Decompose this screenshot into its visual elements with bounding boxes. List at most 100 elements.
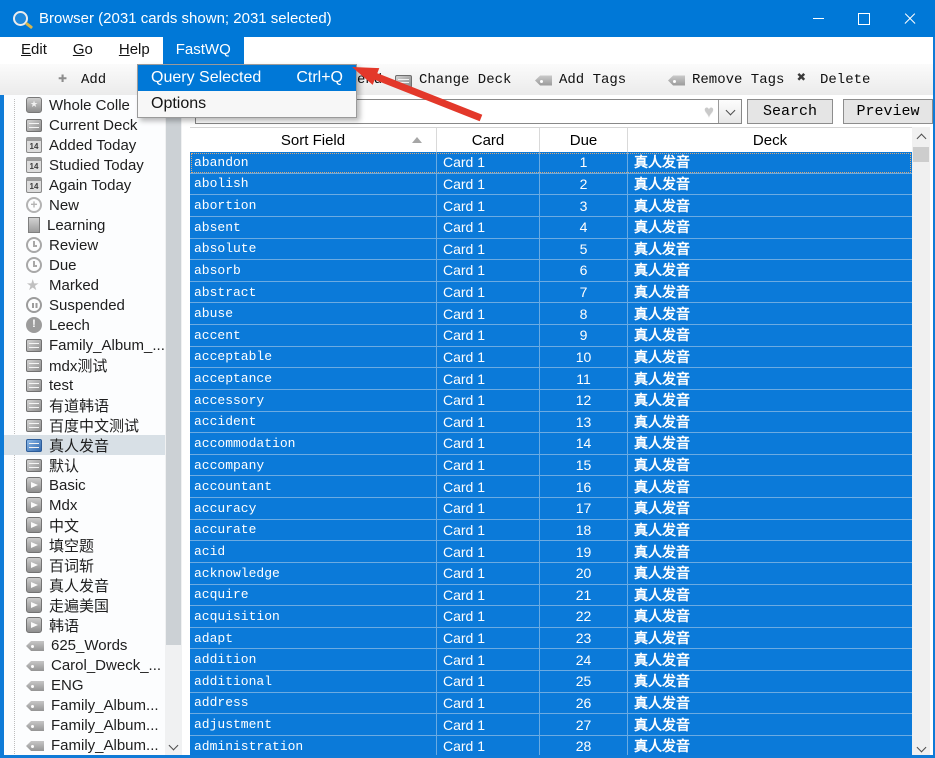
add-button[interactable]: Add bbox=[58, 64, 106, 95]
table-row[interactable]: addition Card 1 24 真人发音 bbox=[190, 649, 912, 671]
sidebar-item[interactable]: 百词斩 bbox=[4, 555, 165, 575]
sidebar-item[interactable]: Leech bbox=[4, 315, 165, 335]
sidebar-item-icon bbox=[26, 379, 42, 392]
cell-deck: 真人发音 bbox=[634, 327, 690, 344]
table-row[interactable]: abortion Card 1 3 真人发音 bbox=[190, 195, 912, 217]
cell-deck: 真人发音 bbox=[634, 478, 690, 495]
sidebar-item[interactable]: Family_Album... bbox=[4, 735, 165, 755]
table-row[interactable]: absorb Card 1 6 真人发音 bbox=[190, 260, 912, 282]
table-row[interactable]: accent Card 1 9 真人发音 bbox=[190, 325, 912, 347]
sidebar-item[interactable]: test bbox=[4, 375, 165, 395]
sidebar-item[interactable]: New bbox=[4, 195, 165, 215]
change-deck-button[interactable]: Change Deck bbox=[395, 64, 511, 95]
sidebar-item[interactable]: Family_Album_... bbox=[4, 335, 165, 355]
sidebar-item[interactable]: Added Today bbox=[4, 135, 165, 155]
sidebar-item[interactable]: Suspended bbox=[4, 295, 165, 315]
menu-item-options[interactable]: Options bbox=[138, 91, 356, 117]
sidebar-item-icon bbox=[26, 740, 44, 752]
table-row[interactable]: accompany Card 1 15 真人发音 bbox=[190, 454, 912, 477]
column-header-sort-field[interactable]: Sort Field bbox=[190, 128, 437, 152]
table-row[interactable]: acceptance Card 1 11 真人发音 bbox=[190, 368, 912, 390]
table-row[interactable]: abuse Card 1 8 真人发音 bbox=[190, 303, 912, 325]
table-row[interactable]: acceptable Card 1 10 真人发音 bbox=[190, 346, 912, 369]
remove-tags-button[interactable]: Remove Tags bbox=[668, 64, 784, 95]
table-scrollbar-thumb[interactable] bbox=[913, 147, 929, 162]
table-row[interactable]: acquire Card 1 21 真人发音 bbox=[190, 584, 912, 607]
favorite-heart-icon[interactable]: ♥ bbox=[704, 103, 714, 120]
cell-due: 18 bbox=[540, 519, 628, 541]
menu-item-query-selected[interactable]: Query Selected Ctrl+Q bbox=[138, 65, 356, 91]
sidebar-item[interactable]: Learning bbox=[4, 215, 165, 235]
table-row[interactable]: adjustment Card 1 27 真人发音 bbox=[190, 714, 912, 736]
sidebar-item[interactable]: Family_Album... bbox=[4, 695, 165, 715]
column-header-deck[interactable]: Deck bbox=[628, 128, 912, 152]
cell-deck: 真人发音 bbox=[634, 435, 690, 452]
suspend-button-partial[interactable]: end bbox=[357, 64, 382, 95]
maximize-button[interactable] bbox=[841, 0, 887, 37]
sidebar-item[interactable]: Due bbox=[4, 255, 165, 275]
menubar-item[interactable]: Edit bbox=[8, 37, 60, 64]
table-row[interactable]: accessory Card 1 12 真人发音 bbox=[190, 389, 912, 412]
sidebar-item[interactable]: Studied Today bbox=[4, 155, 165, 175]
table-row[interactable]: adapt Card 1 23 真人发音 bbox=[190, 627, 912, 650]
sidebar-item[interactable]: 625_Words bbox=[4, 635, 165, 655]
sidebar-item[interactable]: ENG bbox=[4, 675, 165, 695]
table-row[interactable]: abstract Card 1 7 真人发音 bbox=[190, 281, 912, 304]
sidebar-scrollbar[interactable] bbox=[165, 95, 182, 758]
sidebar-item[interactable]: Family_Album... bbox=[4, 715, 165, 735]
sidebar-item[interactable]: Carol_Dweck_... bbox=[4, 655, 165, 675]
table-row[interactable]: abandon Card 1 1 真人发音 bbox=[190, 152, 912, 174]
table-row[interactable]: accountant Card 1 16 真人发音 bbox=[190, 476, 912, 498]
sidebar-item[interactable]: mdx测试 bbox=[4, 355, 165, 375]
table-row[interactable]: acknowledge Card 1 20 真人发音 bbox=[190, 562, 912, 585]
sidebar-item[interactable]: Again Today bbox=[4, 175, 165, 195]
sidebar-item[interactable]: 走遍美国 bbox=[4, 595, 165, 615]
table-row[interactable]: accident Card 1 13 真人发音 bbox=[190, 411, 912, 434]
search-button[interactable]: Search bbox=[747, 99, 833, 124]
sidebar-item[interactable]: 百度中文测试 bbox=[4, 415, 165, 435]
minimize-button[interactable] bbox=[795, 0, 841, 37]
sidebar-item[interactable]: 韩语 bbox=[4, 615, 165, 635]
menubar-item[interactable]: FastWQ bbox=[162, 37, 244, 64]
table-scroll-up-button[interactable] bbox=[912, 127, 930, 146]
menubar-item[interactable]: Help bbox=[106, 37, 163, 64]
search-history-dropdown[interactable] bbox=[718, 100, 741, 123]
close-button[interactable] bbox=[887, 0, 933, 37]
sidebar-item[interactable]: Mdx bbox=[4, 495, 165, 515]
table-row[interactable]: accurate Card 1 18 真人发音 bbox=[190, 519, 912, 542]
sidebar-scroll-down-button[interactable] bbox=[165, 737, 182, 756]
sidebar-item[interactable]: Basic bbox=[4, 475, 165, 495]
chevron-up-icon bbox=[916, 133, 926, 143]
preview-button[interactable]: Preview bbox=[843, 99, 933, 124]
table-row[interactable]: accuracy Card 1 17 真人发音 bbox=[190, 498, 912, 520]
sidebar-item[interactable]: Current Deck bbox=[4, 115, 165, 135]
cell-card: Card 1 bbox=[437, 238, 540, 260]
sidebar-item[interactable]: Marked bbox=[4, 275, 165, 295]
table-scrollbar[interactable] bbox=[912, 127, 930, 758]
sidebar-item[interactable]: 填空题 bbox=[4, 535, 165, 555]
sidebar-item[interactable]: Review bbox=[4, 235, 165, 255]
sidebar-item[interactable]: 真人发音 bbox=[4, 575, 165, 595]
sidebar-item[interactable]: 真人发音 bbox=[4, 435, 165, 455]
table-row[interactable]: absolute Card 1 5 真人发音 bbox=[190, 238, 912, 261]
sidebar-scrollbar-thumb[interactable] bbox=[166, 115, 181, 645]
menubar-item[interactable]: Go bbox=[60, 37, 106, 64]
delete-button[interactable]: Delete bbox=[797, 64, 870, 95]
add-tags-button[interactable]: Add Tags bbox=[535, 64, 626, 95]
table-row[interactable]: absent Card 1 4 真人发音 bbox=[190, 216, 912, 239]
sidebar-item[interactable]: 有道韩语 bbox=[4, 395, 165, 415]
cell-due: 20 bbox=[540, 562, 628, 584]
cell-sort-field: abandon bbox=[190, 152, 437, 173]
table-row[interactable]: acid Card 1 19 真人发音 bbox=[190, 541, 912, 563]
table-row[interactable]: abolish Card 1 2 真人发音 bbox=[190, 173, 912, 196]
sidebar-item[interactable]: 中文 bbox=[4, 515, 165, 535]
table-row[interactable]: accommodation Card 1 14 真人发音 bbox=[190, 433, 912, 455]
column-header-due[interactable]: Due bbox=[540, 128, 628, 152]
table-row[interactable]: address Card 1 26 真人发音 bbox=[190, 692, 912, 715]
table-row[interactable]: additional Card 1 25 真人发音 bbox=[190, 671, 912, 693]
column-header-card[interactable]: Card bbox=[437, 128, 540, 152]
sidebar-item[interactable]: 默认 bbox=[4, 455, 165, 475]
cell-sort-field: acquisition bbox=[190, 606, 437, 627]
table-row[interactable]: acquisition Card 1 22 真人发音 bbox=[190, 606, 912, 628]
cell-sort-field: adapt bbox=[190, 627, 437, 649]
